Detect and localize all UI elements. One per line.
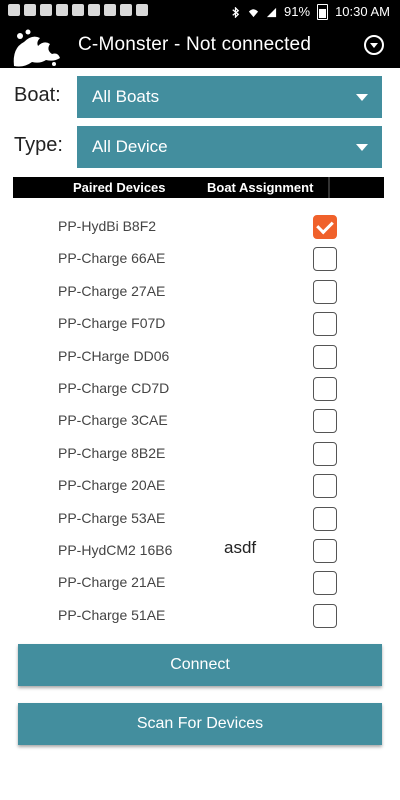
device-name: PP-Charge F07D — [58, 315, 166, 332]
device-checkbox[interactable] — [313, 474, 337, 499]
device-row[interactable]: PP-Charge CD7D — [0, 373, 400, 405]
boat-select[interactable]: All Boats — [77, 76, 382, 118]
device-row[interactable]: PP-Charge 8B2E — [0, 438, 400, 470]
messenger-icon — [24, 4, 36, 16]
device-name: PP-Charge 20AE — [58, 477, 166, 494]
device-row[interactable]: PP-Charge 20AE — [0, 470, 400, 502]
gmail-icon — [88, 4, 100, 16]
octopus-logo-icon — [13, 29, 60, 67]
device-row[interactable]: PP-Charge 3CAE — [0, 405, 400, 437]
device-name: PP-Charge 51AE — [58, 606, 166, 623]
app-bar: C-Monster - Not connected — [0, 24, 400, 68]
header-divider — [328, 177, 330, 198]
clock: 10:30 AM — [335, 4, 390, 19]
signal-icon — [266, 7, 277, 17]
device-checkbox[interactable] — [313, 539, 337, 563]
boat-label: Boat: — [14, 84, 61, 106]
status-bar: 91% 10:30 AM — [0, 0, 400, 24]
device-checkbox[interactable] — [313, 441, 337, 466]
gmail-icon — [120, 4, 132, 16]
device-name: PP-HydBi B8F2 — [58, 218, 157, 234]
dropdown-circle-icon[interactable] — [364, 35, 384, 55]
warning-icon — [136, 4, 148, 16]
device-checkbox[interactable] — [313, 215, 337, 239]
device-name: PP-CHarge DD06 — [58, 347, 170, 364]
scan-for-devices-button[interactable]: Scan For Devices — [18, 703, 382, 745]
device-checkbox[interactable] — [313, 377, 337, 401]
gmail-icon — [56, 4, 68, 16]
tab-boat-assignment[interactable]: Boat Assignment — [207, 180, 313, 195]
type-select-value: All Device — [92, 137, 168, 156]
device-checkbox[interactable] — [313, 312, 337, 337]
image-icon — [104, 4, 116, 16]
device-checkbox[interactable] — [313, 409, 337, 434]
caret-down-icon — [356, 94, 368, 101]
device-boat-assignment: asdf — [224, 538, 257, 557]
notification-icons — [8, 4, 148, 16]
list-header: Paired Devices Boat Assignment — [13, 177, 384, 198]
device-name: PP-Charge 27AE — [58, 282, 166, 299]
device-checkbox[interactable] — [313, 571, 337, 596]
device-row[interactable]: PP-Charge 51AE — [0, 600, 400, 632]
system-icons: 91% 10:30 AM — [230, 4, 390, 20]
device-row[interactable]: PP-Charge 53AE — [0, 503, 400, 535]
battery-percent: 91% — [284, 4, 311, 19]
device-checkbox[interactable] — [313, 344, 337, 369]
device-name: PP-Charge 66AE — [58, 250, 166, 267]
bluetooth-icon — [232, 6, 240, 18]
device-name: PP-Charge 21AE — [58, 574, 166, 591]
gmail-icon — [40, 4, 52, 16]
game-icon — [72, 4, 84, 16]
device-row[interactable]: PP-Charge 21AE — [0, 567, 400, 599]
type-select[interactable]: All Device — [77, 126, 382, 168]
facebook-icon — [8, 4, 20, 16]
device-name: PP-HydCM2 16B6 — [58, 542, 173, 558]
caret-down-icon — [356, 144, 368, 151]
device-row[interactable]: PP-HydCM2 16B6 asdf — [0, 535, 400, 567]
battery-icon — [317, 4, 329, 20]
device-name: PP-Charge 3CAE — [58, 412, 168, 429]
device-checkbox[interactable] — [313, 603, 337, 628]
device-row[interactable]: PP-HydBi B8F2 — [0, 211, 400, 243]
tab-paired-devices[interactable]: Paired Devices — [73, 180, 166, 195]
type-label: Type: — [14, 134, 63, 156]
device-checkbox[interactable] — [313, 279, 337, 304]
wifi-icon — [248, 8, 259, 17]
device-name: PP-Charge 8B2E — [58, 444, 166, 461]
device-checkbox[interactable] — [313, 506, 337, 531]
device-row[interactable]: PP-Charge 66AE — [0, 243, 400, 275]
device-row[interactable]: PP-Charge 27AE — [0, 276, 400, 308]
app-title: C-Monster - Not connected — [78, 34, 312, 55]
device-checkbox[interactable] — [313, 247, 337, 272]
connect-button[interactable]: Connect — [18, 644, 382, 686]
boat-select-value: All Boats — [92, 87, 160, 106]
device-name: PP-Charge 53AE — [58, 509, 166, 526]
device-name: PP-Charge CD7D — [58, 380, 170, 396]
device-row[interactable]: PP-Charge F07D — [0, 308, 400, 340]
device-row[interactable]: PP-CHarge DD06 — [0, 341, 400, 373]
